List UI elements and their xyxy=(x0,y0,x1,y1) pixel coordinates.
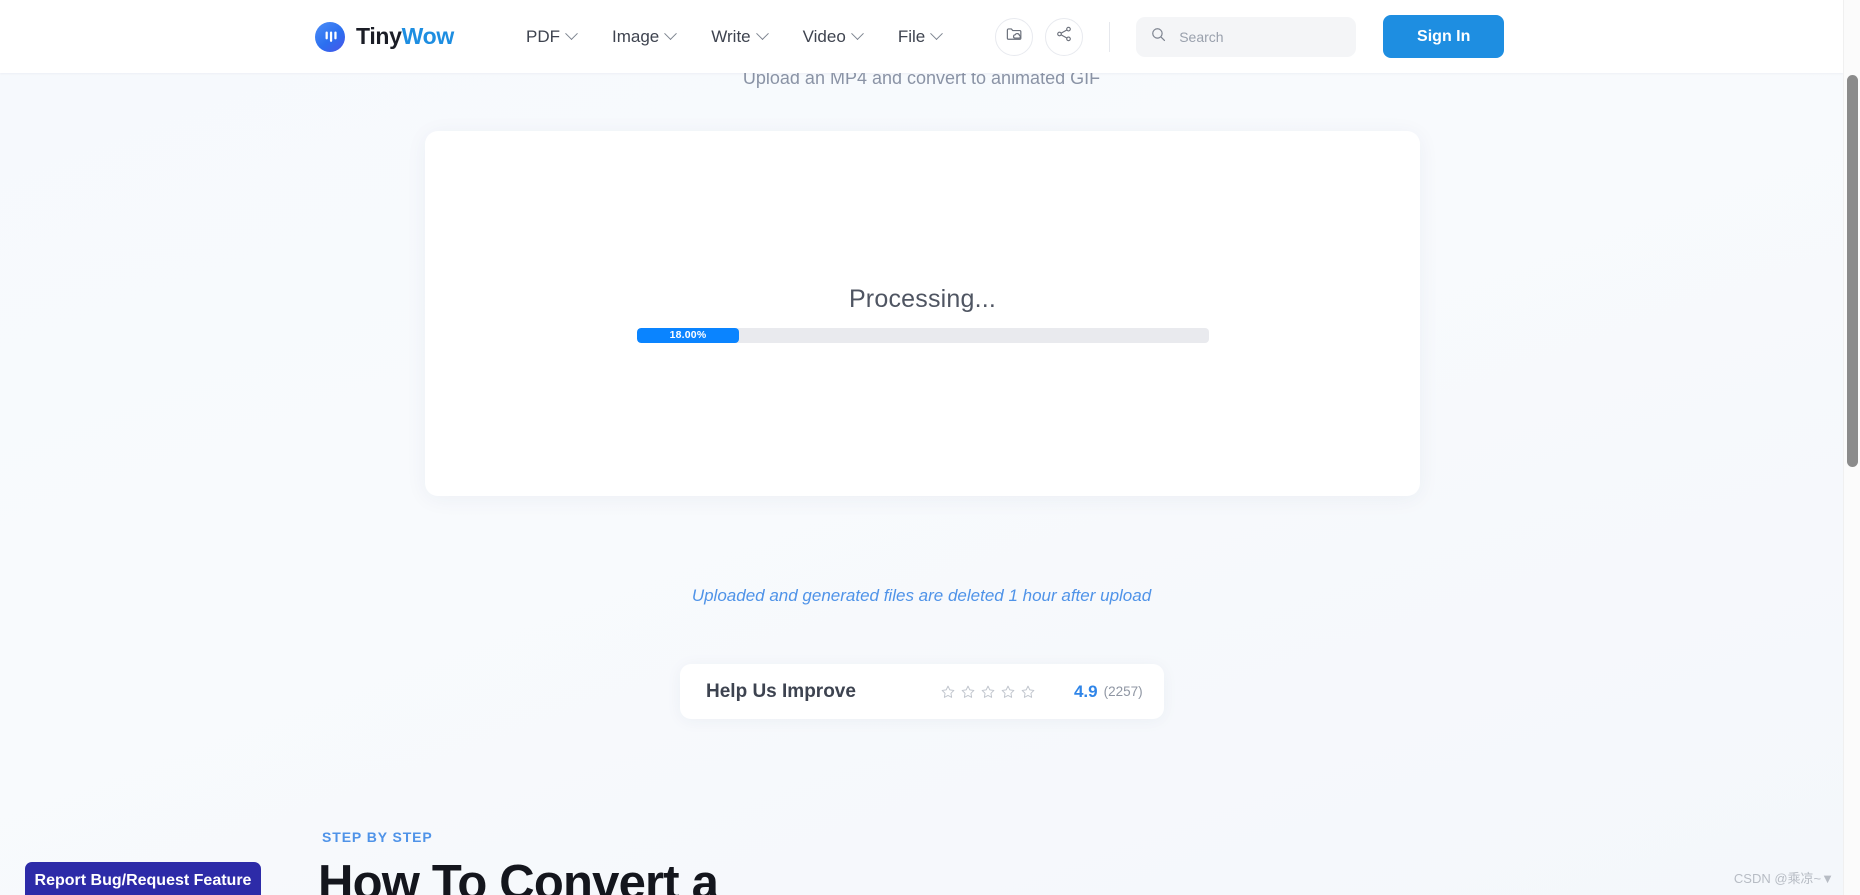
progress-bar-track: 18.00% xyxy=(636,327,1209,343)
progress-percent-label: 18.00% xyxy=(669,329,707,341)
nav-item-label: Write xyxy=(711,26,751,46)
processing-status-text: Processing... xyxy=(848,284,997,313)
tinywow-logo-icon xyxy=(315,21,345,52)
rating-title: Help Us Improve xyxy=(706,680,856,702)
my-files-button[interactable] xyxy=(995,17,1034,56)
star-icon[interactable] xyxy=(1020,684,1036,700)
brand-name: TinyWow xyxy=(356,23,454,50)
nav-item-file[interactable]: File xyxy=(897,26,944,47)
step-section-eyebrow: STEP BY STEP xyxy=(322,829,433,845)
nav-item-pdf[interactable]: PDF xyxy=(526,26,578,47)
nav-item-write[interactable]: Write xyxy=(711,26,769,47)
page-scrollbar-track[interactable] xyxy=(1843,0,1860,895)
nav-item-label: Image xyxy=(612,26,660,46)
nav-item-label: PDF xyxy=(526,26,561,46)
rating-score: 4.9 xyxy=(1073,681,1098,701)
header-divider xyxy=(1109,21,1111,52)
share-button[interactable] xyxy=(1045,17,1084,56)
search-box[interactable] xyxy=(1136,16,1357,57)
rating-card: Help Us Improve 4.9 (2257) xyxy=(680,664,1164,719)
nav-item-video[interactable]: Video xyxy=(802,26,864,47)
nav-item-label: Video xyxy=(802,26,846,46)
star-icon[interactable] xyxy=(980,684,996,700)
chevron-down-icon xyxy=(565,27,578,41)
folder-cloud-icon xyxy=(1005,25,1024,49)
primary-nav: PDF Image Write Video File xyxy=(526,26,944,47)
progress-bar-fill: 18.00% xyxy=(636,327,740,343)
search-input[interactable] xyxy=(1179,28,1343,45)
chevron-down-icon xyxy=(755,27,769,41)
share-icon xyxy=(1055,25,1073,48)
header-actions: Sign In xyxy=(995,15,1505,58)
chevron-down-icon xyxy=(850,27,864,41)
brand-name-wow: Wow xyxy=(401,23,455,49)
brand-logo[interactable]: TinyWow xyxy=(315,21,454,52)
report-bug-button[interactable]: Report Bug/Request Feature xyxy=(25,862,261,895)
nav-item-image[interactable]: Image xyxy=(612,26,678,47)
sign-in-button[interactable]: Sign In xyxy=(1383,15,1505,58)
step-section-heading: How To Convert a xyxy=(318,856,719,895)
star-icon[interactable] xyxy=(1000,684,1016,700)
chevron-down-icon xyxy=(664,27,678,41)
file-deletion-notice: Uploaded and generated files are deleted… xyxy=(691,586,1152,605)
brand-name-tiny: Tiny xyxy=(356,23,402,49)
search-icon xyxy=(1150,26,1167,48)
rating-count: (2257) xyxy=(1103,684,1143,699)
site-header: TinyWow PDF Image Write Video File Searc… xyxy=(0,0,1843,73)
page-scrollbar-thumb[interactable] xyxy=(1847,75,1858,467)
page-root: TinyWow PDF Image Write Video File Searc… xyxy=(0,0,1860,895)
csdn-watermark: CSDN @乘凉~▼ xyxy=(1733,871,1834,886)
star-icon[interactable] xyxy=(960,684,976,700)
tool-processing-card: Processing... 18.00% xyxy=(425,131,1420,496)
nav-item-label: File xyxy=(897,26,926,46)
chevron-down-icon xyxy=(930,27,944,41)
star-icon[interactable] xyxy=(940,684,956,700)
rating-stars[interactable] xyxy=(940,684,1036,700)
